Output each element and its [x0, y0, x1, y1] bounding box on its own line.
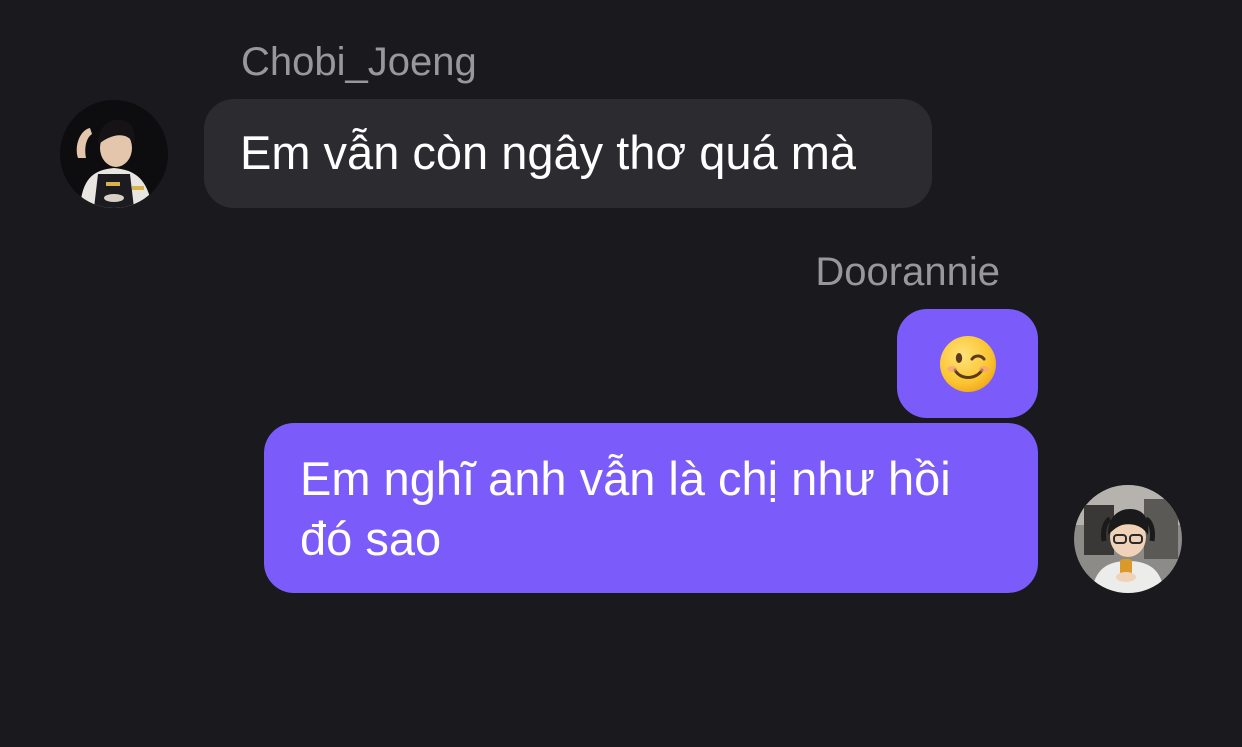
message-bubble-incoming[interactable]: Em vẫn còn ngây thơ quá mà — [204, 99, 932, 208]
message-bubble-emoji[interactable] — [897, 309, 1038, 418]
winking-face-emoji-icon — [939, 335, 996, 392]
avatar-doorannie[interactable] — [1074, 485, 1182, 593]
avatar-photo-icon — [1074, 485, 1182, 593]
message-text: Em vẫn còn ngây thơ quá mà — [240, 126, 857, 179]
message-bubble-outgoing[interactable]: Em nghĩ anh vẫn là chị như hồi đó sao — [264, 423, 1038, 593]
avatar-photo-icon — [60, 100, 168, 208]
sender-name-outgoing: Doorannie — [815, 250, 1000, 294]
message-text: Em nghĩ anh vẫn là chị như hồi đó sao — [300, 452, 951, 565]
avatar-chobi-joeng[interactable] — [60, 100, 168, 208]
sender-name-incoming: Chobi_Joeng — [241, 40, 477, 84]
